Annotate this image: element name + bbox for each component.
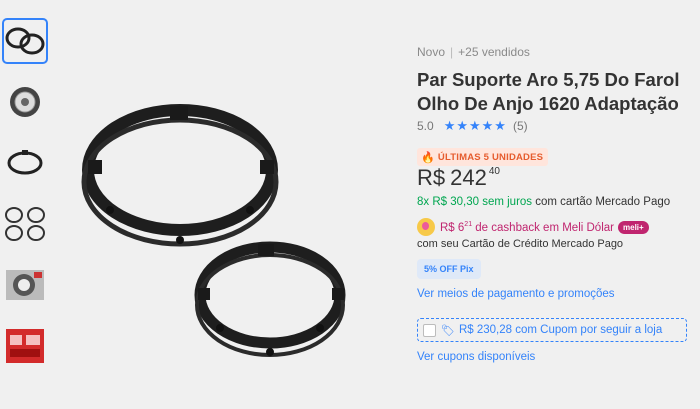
- stock-badge: 🔥 ÚLTIMAS 5 UNIDADES: [417, 148, 549, 166]
- card-info: com seu Cartão de Crédito Mercado Pago: [417, 238, 624, 250]
- thumbnail-3[interactable]: [2, 140, 48, 186]
- meli-dolar-icon: [417, 218, 435, 236]
- condition-label: Novo: [417, 45, 446, 59]
- coupon-checkbox[interactable]: [423, 323, 436, 337]
- price: R$ 242 40: [417, 165, 500, 191]
- cashback-info: R$ 621 de cashback em Meli Dólar meli+: [417, 218, 649, 236]
- star-rating-icon: ★★★★★: [443, 118, 507, 133]
- thumbnail-4[interactable]: [2, 201, 48, 247]
- cashback-cents: 21: [464, 220, 473, 228]
- installments-highlight: 8x R$ 30,30 sem juros: [417, 196, 533, 208]
- ring-back-icon: [81, 104, 279, 247]
- cashback-amount: R$ 6: [440, 221, 465, 234]
- price-cents: 40: [488, 166, 500, 177]
- thumbnail-1[interactable]: [2, 18, 48, 64]
- tag-icon: 🏷: [441, 324, 455, 337]
- flame-icon: 🔥: [421, 152, 435, 164]
- sold-count: +25 vendidos: [458, 45, 530, 59]
- rating-count: (5): [512, 119, 528, 133]
- price-currency: R$: [417, 165, 446, 190]
- price-integer: 242: [450, 165, 487, 190]
- stock-badge-label: ÚLTIMAS 5 UNIDADES: [437, 152, 544, 163]
- installed-headlight-icon: [6, 270, 44, 300]
- product-subtitle: Novo | +25 vendidos: [417, 45, 530, 59]
- thumbnail-5[interactable]: [2, 262, 48, 308]
- payment-methods-link[interactable]: Ver meios de pagamento e promoções: [417, 288, 615, 300]
- separator: |: [450, 45, 454, 59]
- ring-parts-icon: [5, 207, 45, 241]
- meli-plus-badge: meli+: [618, 220, 649, 234]
- two-rings-icon: [5, 27, 45, 55]
- cashback-text: R$ 621 de cashback em Meli Dólar: [440, 221, 614, 234]
- rating-value: 5.0: [417, 119, 434, 133]
- product-title: Par Suporte Aro 5,75 Do Farol Olho De An…: [417, 69, 680, 114]
- coupon-box[interactable]: 🏷 R$ 230,28 com Cupom por seguir a loja: [417, 318, 687, 342]
- ring-front-icon: [194, 241, 346, 357]
- cashback-description: de cashback em Meli Dólar: [472, 221, 614, 234]
- thumbnail-2[interactable]: [2, 79, 48, 125]
- pix-discount-badge: 5% OFF Pix: [417, 259, 481, 279]
- product-main-image[interactable]: [70, 60, 390, 400]
- coupons-link[interactable]: Ver cupons disponíveis: [417, 351, 535, 363]
- installments-info: 8x R$ 30,30 sem juros com cartão Mercado…: [417, 196, 670, 208]
- promo-icon: [6, 329, 44, 363]
- headlight-icon: [10, 87, 40, 117]
- thumbnail-6[interactable]: [2, 323, 48, 369]
- ring-side-icon: [7, 150, 43, 175]
- rating-row[interactable]: 5.0 ★★★★★ (5): [417, 118, 528, 134]
- coupon-text: R$ 230,28 com Cupom por seguir a loja: [458, 324, 663, 336]
- installments-rest: com cartão Mercado Pago: [532, 196, 671, 208]
